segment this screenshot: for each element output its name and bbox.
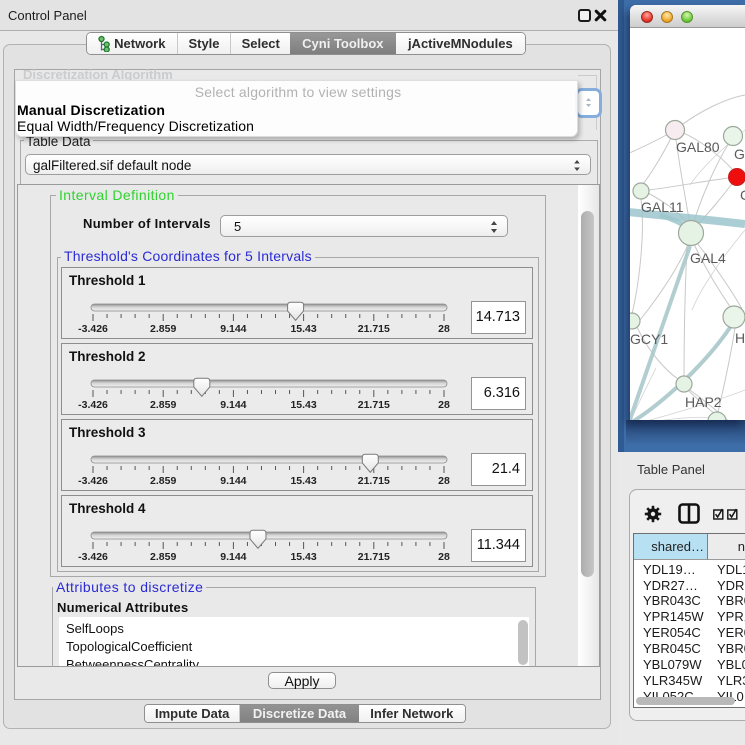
svg-text:9.144: 9.144: [220, 551, 246, 563]
svg-text:15.43: 15.43: [290, 475, 316, 487]
svg-text:GAL80: GAL80: [676, 139, 720, 155]
svg-text:9.144: 9.144: [220, 323, 246, 335]
svg-text:2.859: 2.859: [150, 551, 176, 563]
svg-text:2.859: 2.859: [150, 475, 176, 487]
svg-text:21.715: 21.715: [358, 323, 390, 335]
svg-text:GCY1: GCY1: [630, 331, 668, 347]
svg-text:28: 28: [438, 399, 450, 411]
svg-text:9.144: 9.144: [220, 475, 246, 487]
svg-text:2.859: 2.859: [150, 399, 176, 411]
svg-text:GAL11: GAL11: [641, 199, 684, 215]
svg-text:28: 28: [438, 323, 450, 335]
svg-text:28: 28: [438, 551, 450, 563]
svg-text:28: 28: [438, 475, 450, 487]
svg-text:-3.426: -3.426: [78, 475, 108, 487]
svg-text:-3.426: -3.426: [78, 399, 108, 411]
svg-text:15.43: 15.43: [290, 323, 316, 335]
svg-text:H: H: [735, 330, 745, 346]
svg-text:21.715: 21.715: [358, 399, 390, 411]
svg-text:HAP2: HAP2: [685, 394, 722, 410]
svg-text:15.43: 15.43: [290, 399, 316, 411]
svg-text:2.859: 2.859: [150, 323, 176, 335]
svg-text:GAL4: GAL4: [690, 250, 726, 266]
svg-text:21.715: 21.715: [358, 551, 390, 563]
svg-text:C: C: [740, 187, 745, 203]
svg-text:15.43: 15.43: [290, 551, 316, 563]
svg-text:-3.426: -3.426: [78, 323, 108, 335]
svg-text:9.144: 9.144: [220, 399, 246, 411]
svg-text:GA: GA: [734, 146, 745, 162]
svg-text:21.715: 21.715: [358, 475, 390, 487]
svg-text:-3.426: -3.426: [78, 551, 108, 563]
